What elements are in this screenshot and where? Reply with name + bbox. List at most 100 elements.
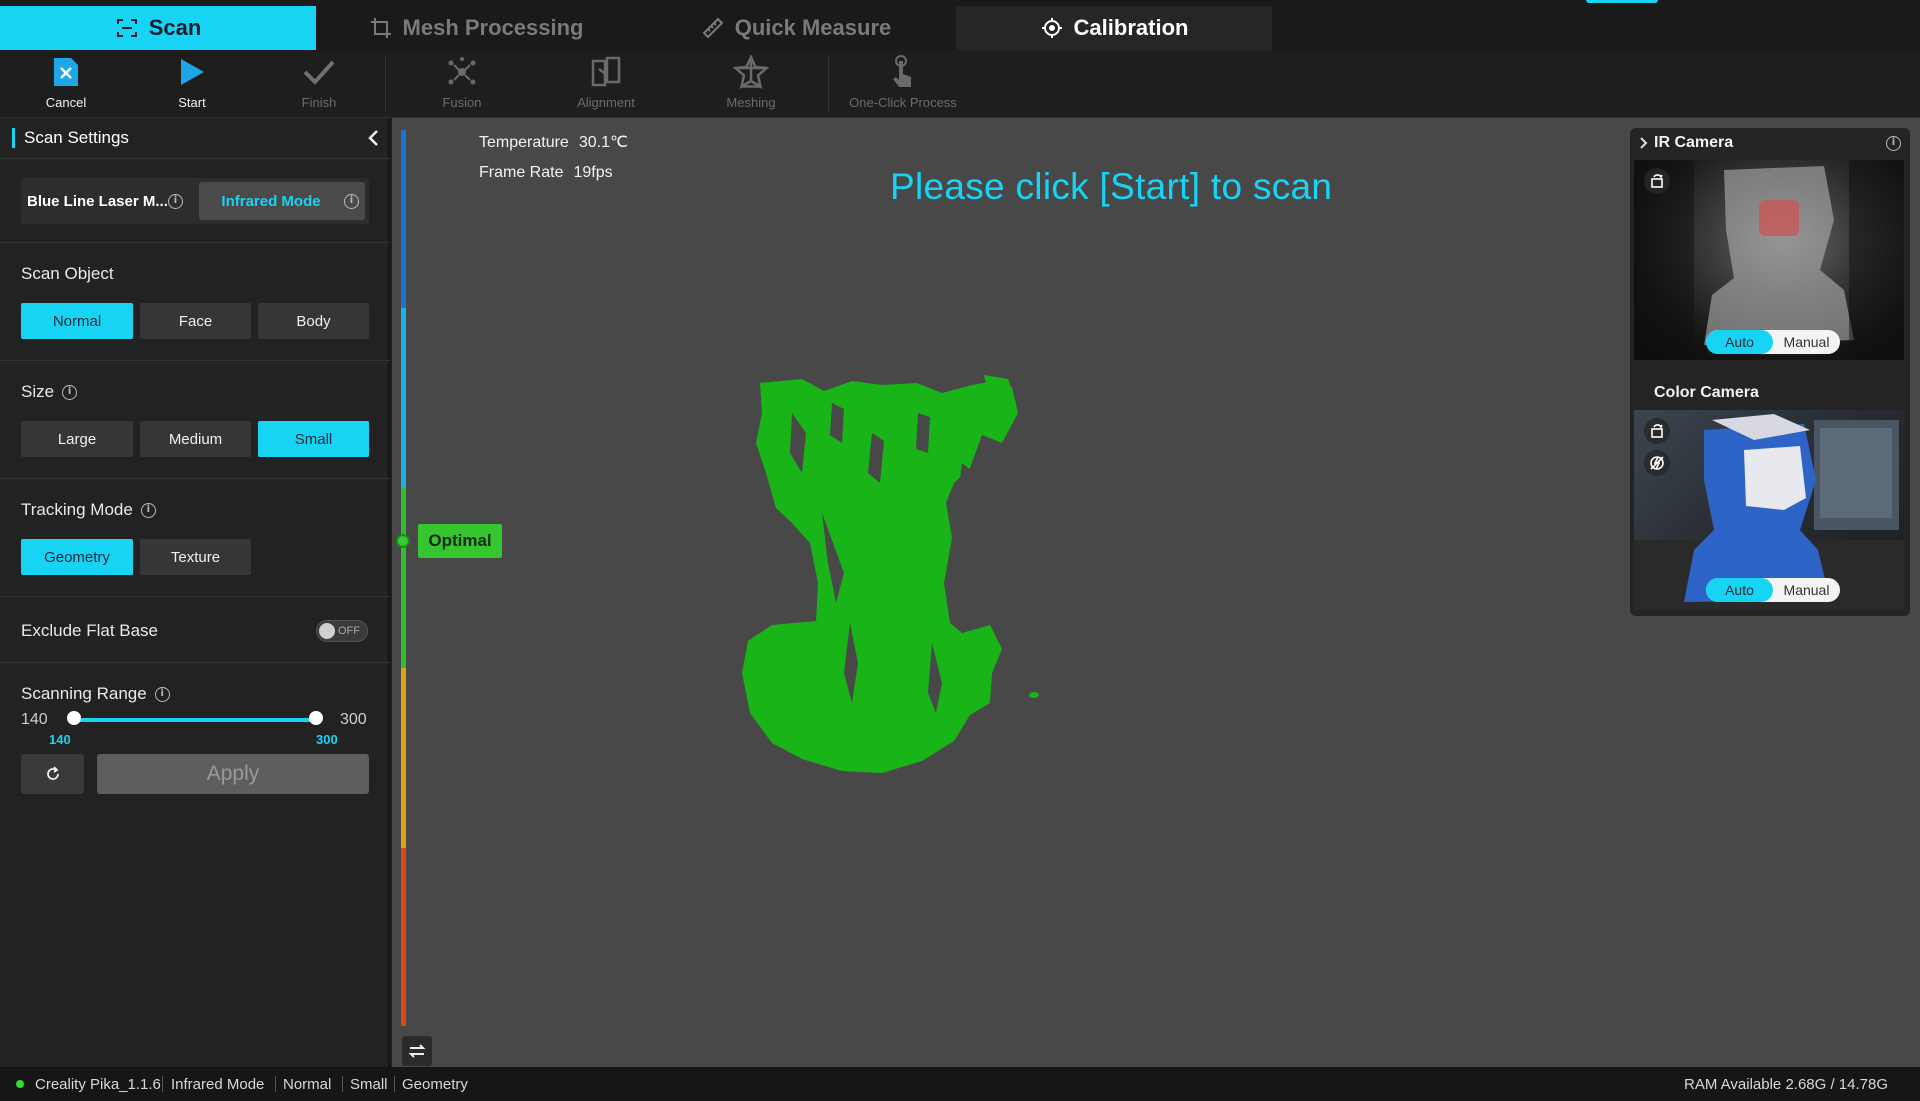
scan-toolbar: Cancel Start Finish Fusion Alignment Mes… (0, 50, 1920, 118)
tracking-texture[interactable]: Texture (140, 539, 251, 575)
top-indicator (1586, 0, 1658, 3)
status-mode: Infrared Mode (171, 1076, 265, 1093)
info-icon[interactable]: i (154, 686, 170, 702)
range-high-handle[interactable] (309, 711, 323, 725)
mesh-star-icon (733, 54, 769, 90)
divider (0, 596, 390, 597)
status-object: Normal (283, 1076, 332, 1093)
exclude-flat-base-heading: Exclude Flat Base (21, 621, 158, 641)
ir-camera-title: IR Camera (1654, 134, 1734, 151)
size-small[interactable]: Small (258, 421, 369, 457)
chevron-right-icon[interactable] (1638, 136, 1650, 150)
switch-view-button[interactable] (402, 1036, 432, 1066)
info-icon[interactable]: i (1886, 136, 1901, 151)
alignment-label: Alignment (577, 95, 635, 110)
distance-gauge-far (401, 130, 406, 308)
flash-off-button[interactable] (1644, 450, 1670, 476)
tab-calibration-label: Calibration (1073, 15, 1189, 40)
tab-quick-measure[interactable]: Quick Measure (636, 6, 956, 50)
alignment-button[interactable]: Alignment (551, 54, 661, 110)
meshing-button[interactable]: Meshing (696, 54, 806, 110)
status-divider (342, 1076, 343, 1092)
temperature-value: 30.1℃ (578, 134, 628, 151)
toggle-knob (319, 623, 335, 639)
distance-gauge-optimal (401, 488, 406, 668)
apply-button[interactable]: Apply (97, 754, 369, 794)
infrared-mode-button[interactable]: Infrared Mode i (199, 182, 365, 220)
chevron-left-icon[interactable] (364, 128, 384, 148)
panel-title: Scan Settings (12, 128, 129, 148)
tab-quick-measure-label: Quick Measure (734, 15, 892, 40)
start-label: Start (178, 95, 206, 110)
info-icon[interactable]: i (140, 502, 156, 518)
play-icon (174, 54, 210, 90)
fusion-label: Fusion (442, 95, 482, 110)
point-cloud-preview (742, 375, 1039, 773)
reset-range-button[interactable] (21, 754, 84, 794)
info-icon[interactable]: i (168, 194, 183, 209)
fusion-button[interactable]: Fusion (407, 54, 517, 110)
exclude-flat-base-toggle[interactable]: OFF (316, 620, 368, 642)
status-bar: Creality Pika_1.1.6 Infrared Mode Normal… (0, 1067, 1920, 1101)
main-tab-bar: Scan Mesh Processing Quick Measure Calib… (0, 0, 1920, 50)
one-click-process-label: One-Click Process (849, 95, 957, 110)
divider (0, 662, 390, 663)
scan-mode-selector: Blue Line Laser M... i Infrared Mode i (21, 178, 369, 224)
tab-calibration[interactable]: Calibration (956, 6, 1272, 50)
color-auto-option[interactable]: Auto (1706, 578, 1773, 602)
info-icon[interactable]: i (62, 384, 78, 400)
ruler-icon (702, 17, 724, 39)
ir-auto-option[interactable]: Auto (1706, 330, 1773, 354)
toolbar-divider (828, 56, 829, 112)
size-large[interactable]: Large (21, 421, 133, 457)
divider (0, 478, 390, 479)
distance-gauge-near-far (401, 308, 406, 488)
swap-arrows-icon (408, 1044, 426, 1058)
tap-finger-icon (885, 54, 921, 90)
start-button[interactable]: Start (137, 54, 247, 110)
range-max: 300 (340, 711, 367, 728)
scan-object-body[interactable]: Body (258, 303, 369, 339)
tab-scan-label: Scan (148, 15, 202, 40)
ir-manual-option[interactable]: Manual (1773, 330, 1840, 354)
tracking-geometry[interactable]: Geometry (21, 539, 133, 575)
one-click-process-button[interactable]: One-Click Process (848, 54, 958, 110)
divider (0, 360, 390, 361)
status-divider (162, 1076, 163, 1092)
scan-object-face[interactable]: Face (140, 303, 251, 339)
status-size: Small (350, 1076, 388, 1093)
tab-mesh-processing-label: Mesh Processing (402, 15, 584, 40)
rotate-view-button[interactable] (1644, 418, 1670, 444)
info-icon[interactable]: i (344, 194, 359, 209)
distance-status-badge: Optimal (418, 524, 502, 558)
rotate-view-button[interactable] (1644, 168, 1670, 194)
toggle-state: OFF (338, 625, 360, 637)
refresh-icon (46, 766, 59, 780)
rotate-icon (1651, 174, 1663, 188)
meshing-label: Meshing (726, 95, 776, 110)
scan-object-normal[interactable]: Normal (21, 303, 133, 339)
scan-settings-panel: Scan Settings Blue Line Laser M... i Inf… (0, 118, 390, 1067)
range-track[interactable] (74, 718, 316, 722)
range-low-value: 140 (49, 732, 71, 747)
scanning-range-label: Scanning Range (21, 684, 147, 703)
range-low-handle[interactable] (67, 711, 81, 725)
ir-camera-feed: Auto Manual (1634, 160, 1904, 360)
crosshair-icon (1041, 18, 1062, 38)
blue-line-laser-mode-button[interactable]: Blue Line Laser M... i (21, 182, 189, 220)
finish-button[interactable]: Finish (264, 54, 374, 110)
cancel-icon (48, 54, 84, 90)
size-medium[interactable]: Medium (140, 421, 251, 457)
temperature-readout: Temperature 30.1℃ (479, 132, 628, 152)
scanning-range-heading: Scanning Range i (21, 684, 170, 704)
cancel-button[interactable]: Cancel (11, 54, 121, 110)
alignment-icon (588, 54, 624, 90)
app-version: Creality Pika_1.1.6 (35, 1076, 161, 1093)
tab-mesh-processing[interactable]: Mesh Processing (316, 6, 636, 50)
tab-scan[interactable]: Scan (0, 6, 316, 50)
color-manual-option[interactable]: Manual (1773, 578, 1840, 602)
frame-rate-value: 19fps (573, 164, 613, 181)
status-divider (275, 1076, 276, 1092)
ir-exposure-toggle: Auto Manual (1706, 330, 1840, 354)
connection-status-icon (16, 1080, 24, 1088)
